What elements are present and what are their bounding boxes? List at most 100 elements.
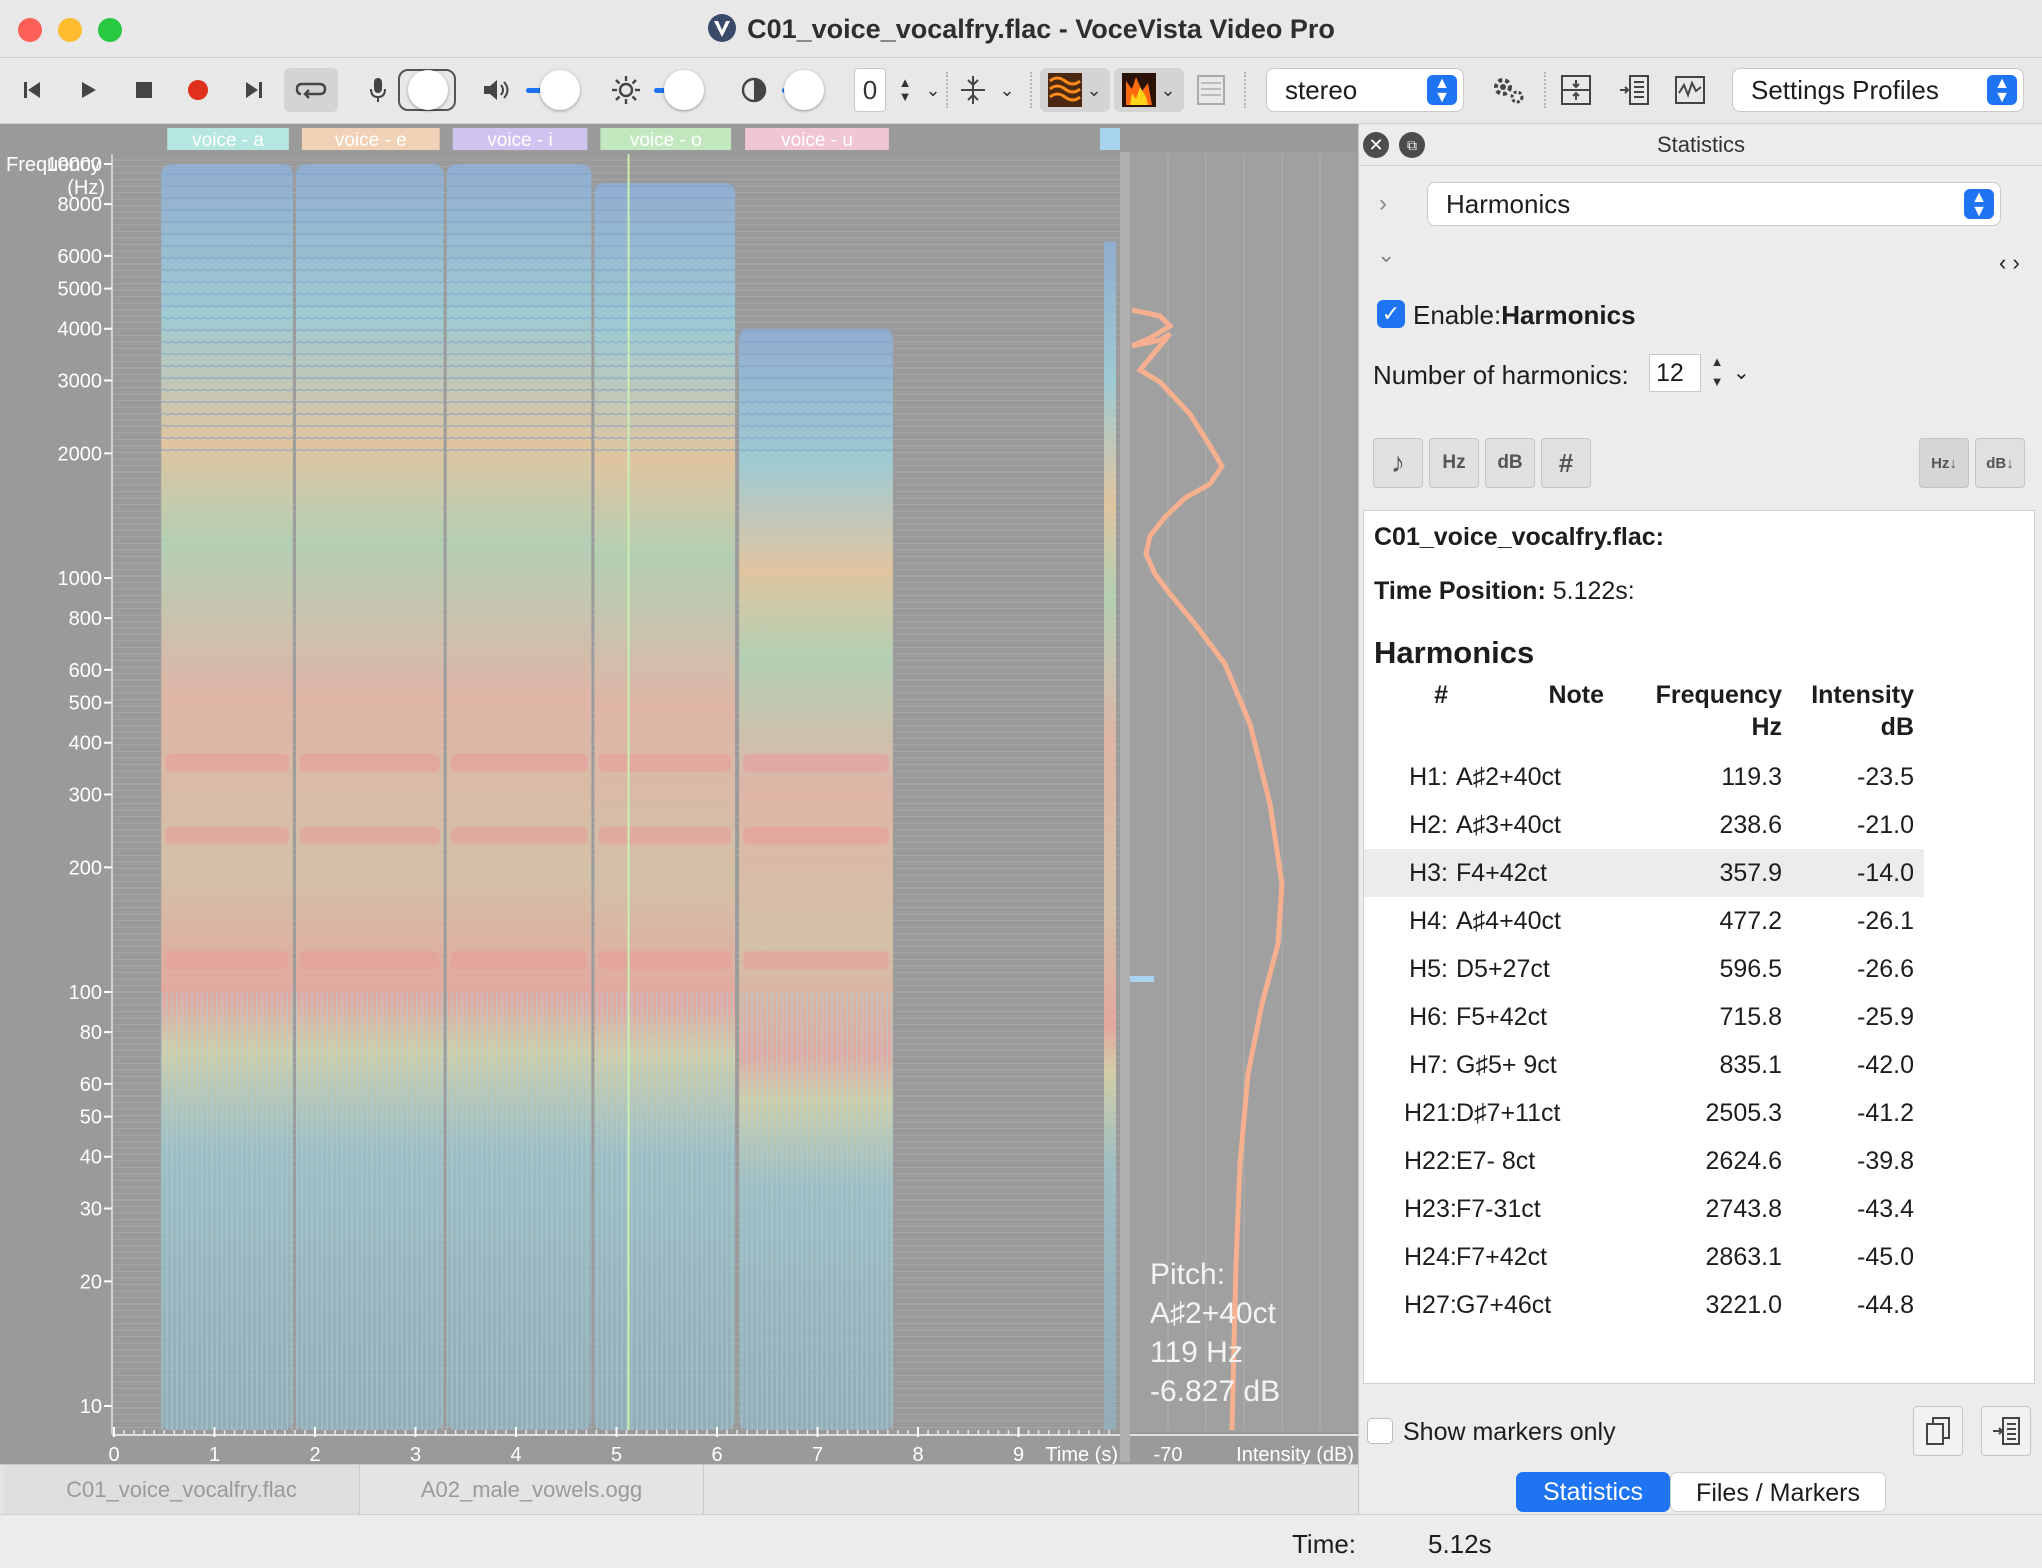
stepper-up-icon[interactable]: ▲ [899,76,912,90]
time-tick-label: 8 [912,1444,923,1464]
tab-statistics[interactable]: Statistics [1516,1472,1670,1512]
col-intensity-unit: dB [1880,713,1914,741]
panel-title: Statistics [1656,132,1746,157]
note-unit-button[interactable]: ♪ [1373,438,1423,488]
play-button[interactable] [70,68,106,112]
table-row[interactable]: H6: F5+42ct 715.8 -25.9 [1364,993,1924,1041]
table-row[interactable]: H4: A♯4+40ct 477.2 -26.1 [1364,897,1924,945]
gain-stepper[interactable]: ▲ ▼ [892,68,918,112]
vowel-energy-block [1104,241,1116,1431]
file-tab[interactable]: A02_male_vowels.ogg [360,1465,704,1515]
cell-db: -21.0 [1857,811,1914,839]
table-row[interactable]: H2: A♯3+40ct 238.6 -21.0 [1364,801,1924,849]
formant-texture [161,164,293,454]
db-unit-button[interactable]: dB [1485,438,1535,488]
freq-tick-label: 300 [69,784,102,806]
split-view-icon [1561,75,1591,105]
settings-gear-button[interactable] [1488,68,1528,112]
spectrogram-view[interactable]: voice - a voice - e voice - i voice - o voic… [0,124,1358,1466]
cell-note: G♯5+ 9ct [1456,1051,1557,1079]
copy-button[interactable] [1913,1406,1963,1456]
waveform-view-button[interactable] [1194,68,1228,112]
record-icon [188,80,208,100]
statistics-panel: ✕ ⧉ Statistics › Harmonics ▲ ▼ ⌄ ‹ › ✓ En… [1358,124,2042,1514]
freq-tick-label: 80 [80,1022,102,1044]
marker-label: voice - e [335,130,407,151]
num-harmonics-input[interactable]: 12 [1649,354,1701,392]
freq-tick-label: 4000 [58,319,103,341]
num-harmonics-label: Number of harmonics: [1373,360,1629,390]
freq-tick-label: 200 [69,857,102,879]
spectrum-colormap-button[interactable]: ⌄ [1114,68,1184,112]
intensity-tick-label: -70 [1154,1444,1183,1464]
table-row[interactable]: H27: G7+46ct 3221.0 -44.8 [1364,1281,1924,1329]
spectrogram-colormap-button[interactable]: ⌄ [1040,68,1110,112]
marker-bar[interactable] [1100,128,1120,150]
cell-db: -44.8 [1857,1291,1914,1319]
waveform-view-icon [1197,75,1225,105]
skip-back-button[interactable] [14,68,50,112]
sort-by-hz-button[interactable]: Hz↓ [1919,438,1969,488]
channel-select-value: stereo [1285,75,1358,105]
prev-next-arrows-icon[interactable]: ‹ › [1999,250,2020,276]
channel-select[interactable]: stereo ▲ ▼ [1266,68,1464,112]
zoom-fit-button[interactable] [956,68,990,112]
table-row[interactable]: H21: D♯7+11ct 2505.3 -41.2 [1364,1089,1924,1137]
cell-note: F5+42ct [1456,1003,1548,1031]
cell-h: H5: [1409,955,1448,983]
split-view-button[interactable] [1556,68,1596,112]
pane-splitter[interactable] [1120,152,1130,1462]
zoom-dropdown-chevron-icon[interactable]: ⌄ [994,68,1020,112]
table-row[interactable]: H22: E7- 8ct 2624.6 -39.8 [1364,1137,1924,1185]
table-row[interactable]: H24: F7+42ct 2863.1 -45.0 [1364,1233,1924,1281]
export-button[interactable] [1981,1406,2031,1456]
sharp-unit-button[interactable]: # [1541,438,1591,488]
input-gain-knob[interactable] [408,70,448,110]
num-harmonics-chevron-icon[interactable]: ⌄ [1733,360,1750,385]
table-row[interactable]: H1: A♯2+40ct 119.3 -23.5 [1364,753,1924,801]
record-button[interactable] [180,68,216,112]
brightness-knob[interactable] [664,70,704,110]
time-position-value: 5.122s: [1552,577,1635,605]
file-tab-active[interactable]: C01_voice_vocalfry.flac [4,1465,360,1515]
toolbar-separator [1244,72,1246,108]
stop-button[interactable] [126,68,162,112]
statistics-view-select[interactable]: Harmonics ▲ ▼ [1427,182,2001,226]
freq-tick-label: 600 [69,660,102,682]
num-harmonics-stepper[interactable]: ▲ ▼ [1705,352,1729,392]
sort-by-db-button[interactable]: dB↓ [1975,438,2025,488]
side-panel-button[interactable] [1614,68,1654,112]
volume-slider[interactable] [524,70,584,110]
cell-h: H27: [1404,1291,1457,1319]
tab-files-markers[interactable]: Files / Markers [1670,1472,1886,1512]
harmonic-band [450,951,588,970]
loop-toggle[interactable] [284,68,338,112]
show-markers-checkbox[interactable] [1367,1418,1393,1444]
table-row[interactable]: H5: D5+27ct 596.5 -26.6 [1364,945,1924,993]
brightness-slider[interactable] [652,70,712,110]
gain-dropdown-chevron-icon[interactable]: ⌄ [920,68,946,112]
collapse-chevron-icon[interactable]: ⌄ [1377,242,1395,268]
contrast-knob[interactable] [784,70,824,110]
spectrogram-pane[interactable]: voice - a voice - e voice - i voice - o voic… [0,124,1358,1466]
play-icon [82,82,96,98]
gain-stepper-value[interactable]: 0 [854,68,886,112]
expand-chevron-icon[interactable]: › [1379,190,1387,218]
analysis-view-button[interactable] [1670,68,1710,112]
skip-forward-button[interactable] [236,68,272,112]
contrast-slider[interactable] [780,70,840,110]
select-arrows-icon: ▲ ▼ [1964,189,1994,220]
table-row[interactable]: H7: G♯5+ 9ct 835.1 -42.0 [1364,1041,1924,1089]
table-row[interactable]: H3: F4+42ct 357.9 -14.0 [1364,849,1924,897]
hz-unit-button[interactable]: Hz [1429,438,1479,488]
enable-checkbox[interactable]: ✓ [1377,300,1405,328]
formant-texture [594,182,736,454]
side-panel-icon [1620,75,1649,105]
time-position-label: Time Position: [1374,577,1546,605]
input-gain-slider[interactable] [398,69,456,111]
settings-profiles-select[interactable]: Settings Profiles ▲ ▼ [1732,68,2024,112]
volume-knob[interactable] [540,70,580,110]
stepper-down-icon[interactable]: ▼ [899,90,912,104]
toolbar-separator [1544,72,1546,108]
table-row[interactable]: H23: F7-31ct 2743.8 -43.4 [1364,1185,1924,1233]
